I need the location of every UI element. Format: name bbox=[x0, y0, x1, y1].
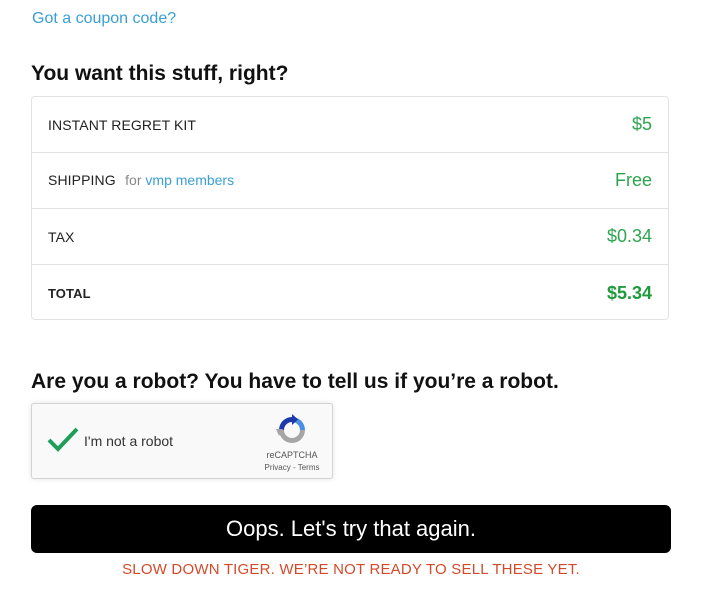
shipping-note-prefix: for bbox=[125, 171, 142, 188]
line-item-row: INSTANT REGRET KIT $5 bbox=[32, 97, 668, 153]
shipping-label: SHIPPING bbox=[48, 171, 116, 188]
recaptcha-checkbox[interactable] bbox=[46, 424, 80, 456]
tax-label: TAX bbox=[48, 228, 75, 245]
error-message: SLOW DOWN TIGER. WE’RE NOT READY TO SELL… bbox=[122, 561, 580, 578]
shipping-row: SHIPPING for vmp members Free bbox=[32, 153, 668, 209]
line-item-price: $5 bbox=[631, 114, 652, 134]
robot-check-title: Are you a robot? You have to tell us if … bbox=[31, 370, 559, 393]
shipping-note: for vmp members bbox=[125, 172, 234, 188]
recaptcha-privacy-link[interactable]: Privacy bbox=[265, 463, 291, 472]
total-price: $5.34 bbox=[606, 282, 652, 303]
recaptcha-terms-link[interactable]: Terms bbox=[298, 463, 320, 472]
order-summary-title: You want this stuff, right? bbox=[31, 62, 289, 85]
checkout-page: Got a coupon code? You want this stuff, … bbox=[0, 0, 705, 594]
recaptcha-label: I'm not a robot bbox=[84, 433, 174, 449]
line-item-label: INSTANT REGRET KIT bbox=[48, 116, 197, 133]
total-label: TOTAL bbox=[48, 285, 91, 301]
vmp-members-link[interactable]: vmp members bbox=[145, 172, 234, 188]
recaptcha-legal-links: Privacy - Terms bbox=[257, 463, 327, 472]
checkmark-icon bbox=[47, 427, 79, 452]
tax-price: $0.34 bbox=[606, 226, 652, 246]
retry-purchase-button[interactable]: Oops. Let's try that again. bbox=[31, 505, 671, 553]
recaptcha-legal-separator: - bbox=[290, 463, 298, 472]
shipping-label-group: SHIPPING for vmp members bbox=[48, 172, 234, 190]
total-row: TOTAL $5.34 bbox=[32, 265, 668, 321]
tax-row: TAX $0.34 bbox=[32, 209, 668, 265]
coupon-code-link[interactable]: Got a coupon code? bbox=[32, 10, 176, 28]
recaptcha-widget: I'm not a robot reCAPTCHA Privacy - Term… bbox=[31, 403, 333, 479]
shipping-price: Free bbox=[614, 170, 652, 190]
recaptcha-logo-icon bbox=[276, 414, 305, 443]
order-summary-table: INSTANT REGRET KIT $5 SHIPPING for vmp m… bbox=[31, 96, 669, 320]
recaptcha-brand-text: reCAPTCHA bbox=[266, 450, 318, 460]
